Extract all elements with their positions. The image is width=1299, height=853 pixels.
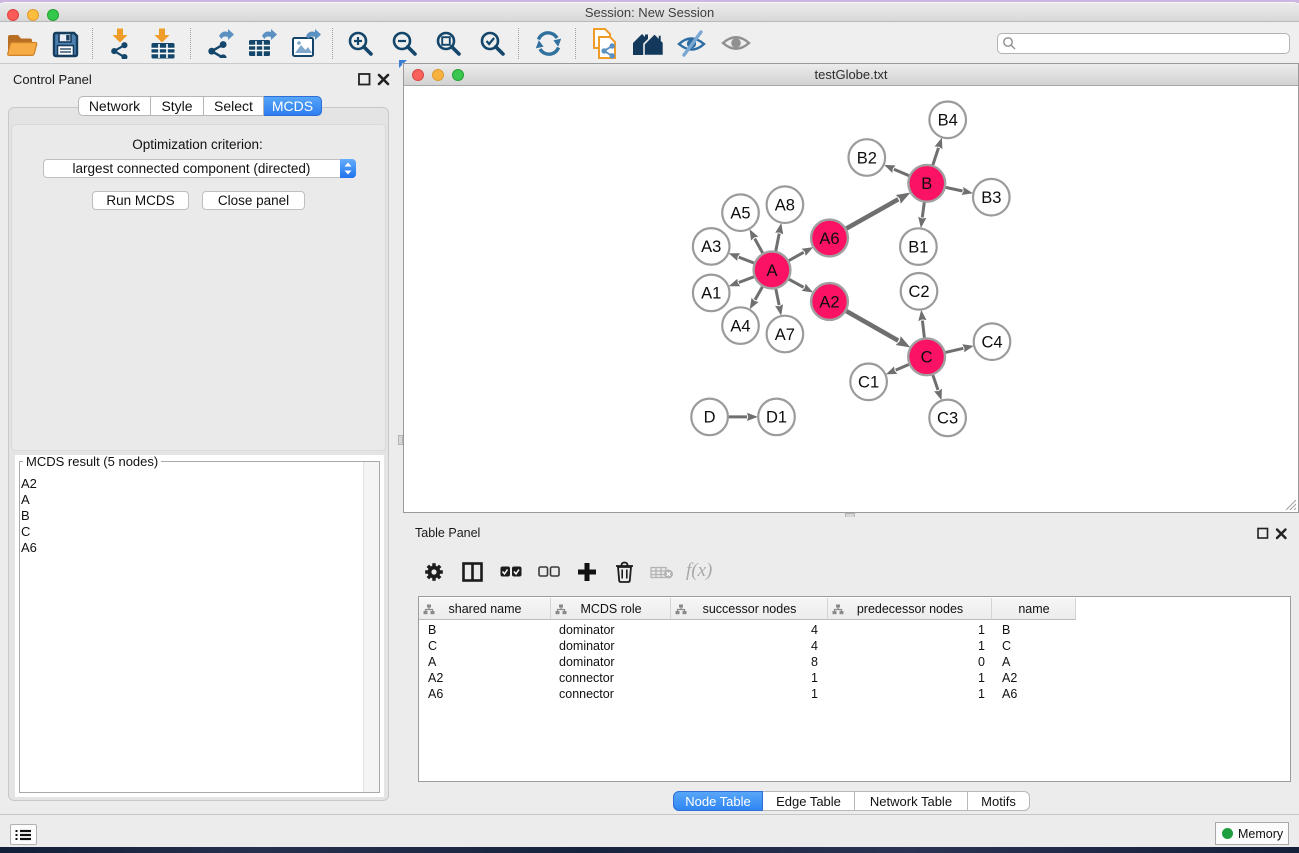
svg-text:B2: B2 — [857, 149, 877, 167]
svg-text:C3: C3 — [937, 410, 958, 428]
svg-text:A: A — [766, 262, 777, 280]
svg-text:B4: B4 — [938, 112, 958, 130]
svg-text:A4: A4 — [730, 317, 750, 335]
svg-text:B: B — [921, 175, 932, 193]
svg-text:A6: A6 — [819, 230, 839, 248]
svg-text:A2: A2 — [819, 293, 839, 311]
svg-text:A1: A1 — [701, 285, 721, 303]
svg-text:C: C — [921, 349, 933, 367]
svg-text:A5: A5 — [730, 205, 750, 223]
svg-text:A7: A7 — [775, 326, 795, 344]
svg-text:C4: C4 — [981, 334, 1002, 352]
svg-text:A3: A3 — [701, 238, 721, 256]
svg-text:B1: B1 — [908, 238, 928, 256]
svg-text:C2: C2 — [908, 283, 929, 301]
svg-text:A8: A8 — [775, 197, 795, 215]
svg-text:C1: C1 — [858, 374, 879, 392]
svg-text:D1: D1 — [766, 409, 787, 427]
svg-text:B3: B3 — [981, 189, 1001, 207]
svg-text:D: D — [704, 409, 716, 427]
